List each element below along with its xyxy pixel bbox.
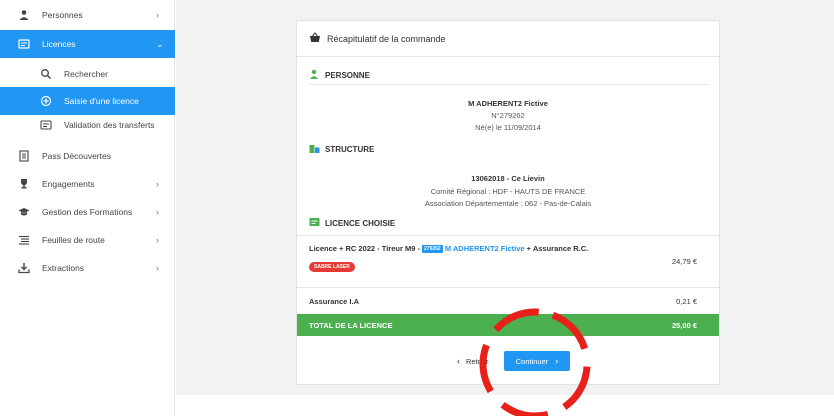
graduation-cap-icon [18, 206, 30, 218]
section-structure-title: STRUCTURE [309, 143, 374, 155]
insurance-line: Assurance I.A 0,21 € [297, 287, 719, 313]
total-price: 25,00 € [671, 321, 697, 330]
chevron-left-icon: ‹ [457, 356, 460, 366]
sidebar-item-label: Extractions [42, 263, 85, 273]
person-name: M ADHERENT2 Fictive [468, 99, 548, 108]
sidebar-item-validation-transferts[interactable]: Validation des transferts [0, 111, 175, 139]
sidebar-item-label: Engagements [42, 179, 95, 189]
sidebar-item-label: Gestion des Formations [42, 207, 133, 217]
user-group-icon [18, 9, 30, 21]
document-icon [18, 150, 30, 162]
search-icon [40, 68, 52, 80]
total-label: TOTAL DE LA LICENCE [309, 321, 393, 330]
sidebar: Personnes › Licences ⌄ Rechercher Saisie… [0, 0, 175, 416]
structure-association: Association Départementale : 062 - Pas-d… [424, 199, 592, 208]
sidebar-item-feuilles-route[interactable]: Feuilles de route › [0, 226, 175, 254]
sidebar-item-label: Validation des transferts [64, 120, 155, 130]
structure-comite: Comité Régional : HDF - HAUTS DE FRANCE [430, 187, 586, 196]
section-licence-title: LICENCE CHOISIE [309, 217, 395, 229]
id-card-icon [309, 217, 321, 229]
licence-price: 24,79 € [671, 257, 697, 266]
sidebar-item-label: Pass Découvertes [42, 151, 111, 161]
person-number: N°279262 [491, 111, 525, 120]
sidebar-item-label: Rechercher [64, 69, 108, 79]
total-bar: TOTAL DE LA LICENCE 25,00 € [297, 314, 719, 336]
basket-icon [309, 32, 321, 45]
insurance-price: 0,21 € [676, 297, 697, 306]
licence-line: Licence + RC 2022 - Tireur M9 - 279262 M… [297, 235, 719, 280]
sidebar-item-label: Saisie d'une licence [64, 96, 139, 106]
sidebar-item-gestion-formations[interactable]: Gestion des Formations › [0, 198, 175, 226]
sidebar-item-rechercher[interactable]: Rechercher [0, 60, 175, 88]
sidebar-item-licences[interactable]: Licences ⌄ [0, 30, 175, 58]
list-icon [18, 234, 30, 246]
card-header: Récapitulatif de la commande [297, 21, 719, 57]
chevron-right-icon: › [156, 263, 159, 273]
licence-description: Licence + RC 2022 - Tireur M9 - 279262 M… [309, 244, 589, 254]
sidebar-item-engagements[interactable]: Engagements › [0, 170, 175, 198]
chevron-right-icon: › [156, 207, 159, 217]
card-title: Récapitulatif de la commande [327, 33, 446, 44]
license-number-badge: 279262 [422, 245, 443, 254]
person-link[interactable]: M ADHERENT2 Fictive [445, 244, 525, 253]
sidebar-item-pass-decouvertes[interactable]: Pass Découvertes [0, 142, 175, 170]
download-icon [18, 262, 30, 274]
sidebar-item-label: Personnes [42, 10, 83, 20]
chevron-right-icon: › [555, 356, 559, 366]
weapon-badge: SABRE LASER [309, 262, 355, 272]
id-card-icon [18, 38, 30, 50]
continue-button[interactable]: Continuer › [504, 351, 570, 371]
section-personne-title: PERSONNE [309, 69, 370, 81]
plus-circle-icon [40, 95, 52, 107]
chevron-right-icon: › [156, 10, 159, 20]
back-button[interactable]: ‹ Retour [457, 356, 489, 366]
sidebar-item-personnes[interactable]: Personnes › [0, 1, 175, 29]
chevron-right-icon: › [156, 235, 159, 245]
user-icon [309, 69, 321, 81]
insurance-label: Assurance I.A [309, 297, 360, 306]
sidebar-item-extractions[interactable]: Extractions › [0, 254, 175, 282]
sidebar-item-label: Licences [42, 39, 76, 49]
building-icon [309, 143, 321, 155]
divider [309, 84, 709, 85]
order-summary-card: Récapitulatif de la commande PERSONNE M … [296, 20, 720, 385]
sidebar-item-label: Feuilles de route [42, 235, 105, 245]
structure-name: 13062018 - Ce Lievin [471, 174, 545, 183]
transfer-icon [40, 119, 52, 131]
chevron-down-icon: ⌄ [156, 38, 164, 49]
person-birthdate: Né(e) le 11/09/2014 [475, 123, 541, 132]
trophy-icon [18, 178, 30, 190]
chevron-right-icon: › [156, 179, 159, 189]
